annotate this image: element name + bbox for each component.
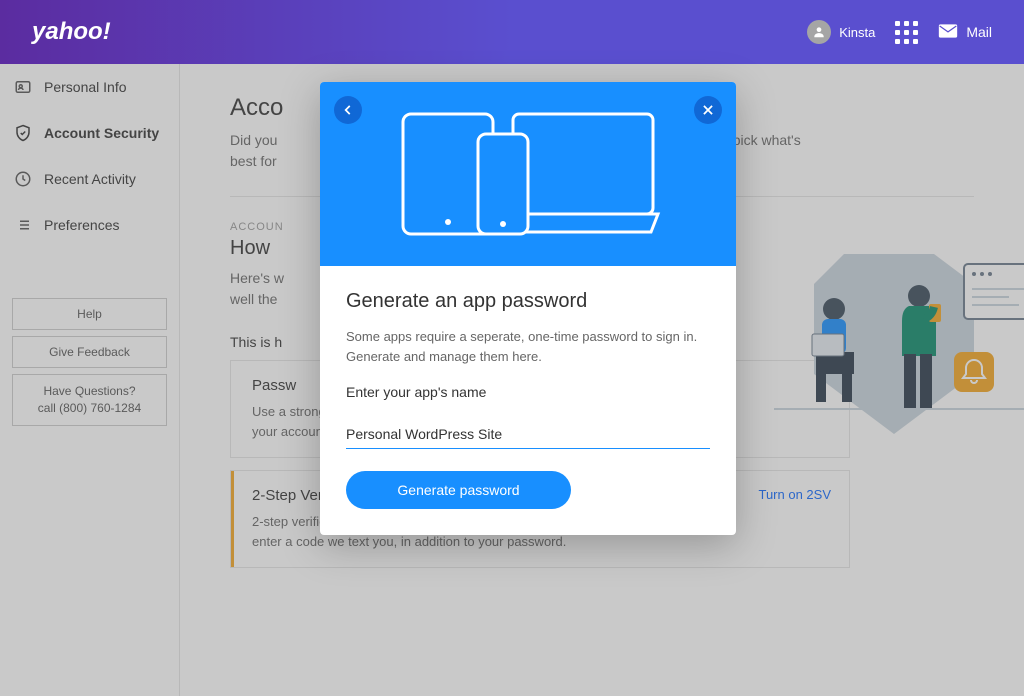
avatar-icon: [807, 20, 831, 44]
mail-icon: [938, 23, 958, 42]
back-button[interactable]: [334, 96, 362, 124]
app-name-input[interactable]: [346, 420, 710, 449]
modal-generate-app-password: Generate an app password Some apps requi…: [320, 82, 736, 535]
user-menu[interactable]: Kinsta: [807, 20, 875, 44]
close-button[interactable]: [694, 96, 722, 124]
mail-link[interactable]: Mail: [938, 23, 992, 42]
mail-label: Mail: [966, 24, 992, 40]
modal-input-label: Enter your app's name: [346, 384, 710, 400]
yahoo-logo[interactable]: yahoo!: [32, 18, 111, 46]
modal-desc: Some apps require a seperate, one-time p…: [346, 327, 710, 366]
modal-hero: [320, 82, 736, 266]
modal-title: Generate an app password: [346, 290, 710, 313]
header: yahoo! Kinsta Mail: [0, 0, 1024, 64]
devices-icon: [393, 104, 663, 244]
chevron-left-icon: [341, 103, 355, 117]
close-icon: [701, 103, 715, 117]
app-launcher-icon[interactable]: [895, 21, 918, 44]
username: Kinsta: [839, 25, 875, 40]
generate-password-button[interactable]: Generate password: [346, 471, 571, 509]
